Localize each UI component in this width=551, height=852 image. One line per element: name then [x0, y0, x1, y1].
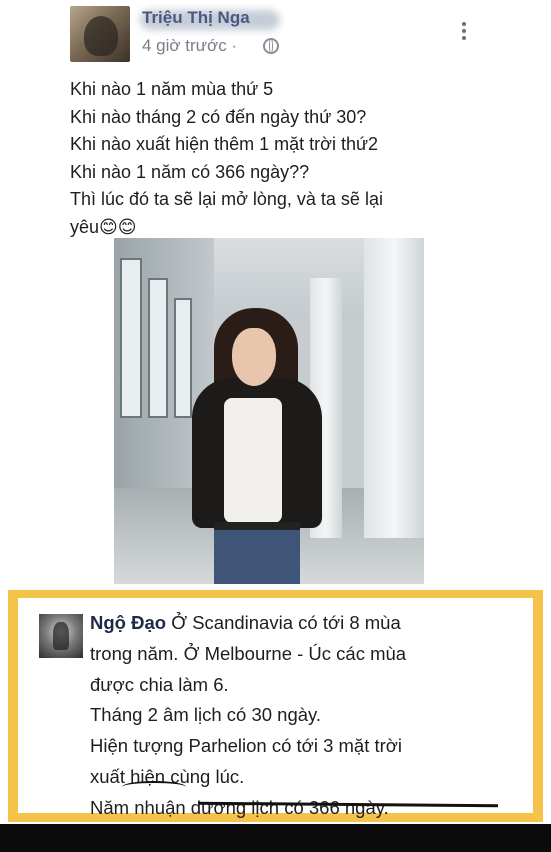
post-header: Triệu Thị Nga 4 giờ trước · [0, 0, 551, 68]
comment-line: Hiện tượng Parhelion có tới 3 mặt trời [90, 735, 403, 757]
author-name[interactable]: Triệu Thị Nga [142, 8, 250, 28]
comment-line: Tháng 2 âm lịch có 30 ngày. [90, 704, 322, 726]
commenter-avatar[interactable] [39, 614, 83, 658]
author-avatar[interactable] [70, 6, 130, 62]
bottom-bar [0, 824, 551, 852]
pen-underline [122, 781, 186, 793]
photo-window [174, 298, 192, 418]
globe-icon [263, 38, 279, 54]
post-text: Khi nào 1 năm mùa thứ 5 Khi nào tháng 2 … [70, 76, 510, 241]
comment-line: Năm nhuận dương lịch có 366 ngày. [90, 796, 389, 818]
post-line: yêu😊😊 [70, 216, 137, 237]
photo-pillar [364, 238, 424, 538]
post-line: Khi nào 1 năm có 366 ngày?? [70, 161, 310, 182]
comment-body: Ngộ Đạo Ở Scandinavia có tới 8 mùa trong… [18, 598, 533, 818]
post-line: Khi nào tháng 2 có đến ngày thứ 30? [70, 106, 367, 127]
photo-window [120, 258, 142, 418]
post-photo[interactable] [114, 238, 424, 584]
highlighted-comment: Ngộ Đạo Ở Scandinavia có tới 8 mùa trong… [8, 590, 543, 822]
time-separator: · [231, 36, 238, 55]
comment-line: được chia làm 6. [90, 673, 229, 695]
more-vertical-icon[interactable] [460, 22, 468, 44]
comment-line: trong năm. Ở Melbourne - Úc các mùa [90, 642, 407, 664]
comment-line: Ở Scandinavia có tới 8 mùa [166, 612, 401, 633]
photo-jeans [214, 522, 300, 584]
commenter-name[interactable]: Ngộ Đạo [90, 612, 166, 633]
post-line: Khi nào 1 năm mùa thứ 5 [70, 79, 274, 99]
post-line: Khi nào xuất hiện thêm 1 mặt trời thứ2 [70, 134, 379, 154]
photo-shirt [224, 398, 282, 523]
comment-first-line: Ngộ Đạo Ở Scandinavia có tới 8 mùa [90, 608, 510, 639]
post-time[interactable]: 4 giờ trước · [142, 36, 237, 56]
post-time-text: 4 giờ trước [142, 36, 227, 55]
photo-face [232, 328, 276, 386]
post-line: Thì lúc đó ta sẽ lại mở lòng, và ta sẽ l… [70, 189, 383, 209]
photo-window [148, 278, 168, 418]
photo-belt [214, 522, 300, 530]
